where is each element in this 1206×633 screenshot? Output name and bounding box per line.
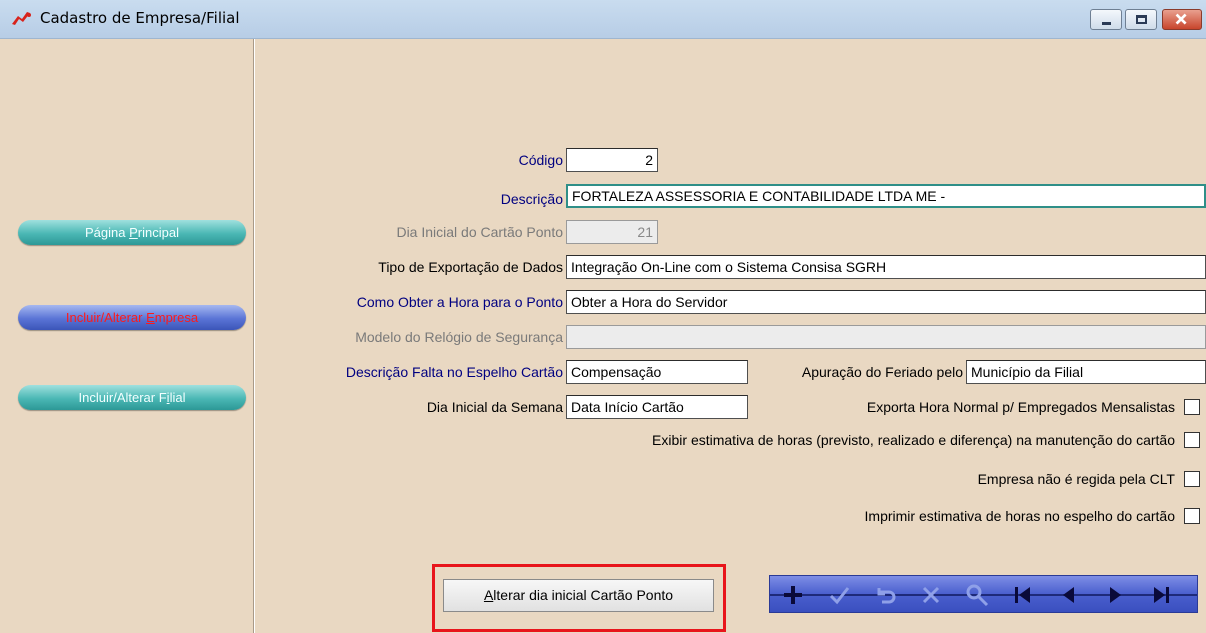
close-button[interactable] [1162, 9, 1202, 30]
window-title: Cadastro de Empresa/Filial [40, 9, 240, 27]
imprimir-estimativa-checkbox[interactable] [1184, 508, 1200, 524]
descricao-falta-field[interactable]: Compensação [566, 360, 748, 384]
dia-inicial-cartao-label: Dia Inicial do Cartão Ponto [396, 224, 563, 240]
exporta-hora-checkbox[interactable] [1184, 399, 1200, 415]
codigo-label: Código [518, 152, 563, 168]
tipo-exportacao-label: Tipo de Exportação de Dados [378, 259, 563, 275]
empresa-clt-label: Empresa não é regida pela CLT [977, 471, 1175, 487]
alterar-dia-inicial-button[interactable]: Alterar dia inicial Cartão Ponto [443, 579, 714, 612]
exporta-hora-label: Exporta Hora Normal p/ Empregados Mensal… [866, 399, 1175, 415]
maximize-icon [1136, 15, 1147, 24]
dia-inicial-semana-field[interactable]: Data Início Cartão [566, 395, 748, 419]
plus-icon[interactable] [778, 580, 808, 610]
descricao-field[interactable]: FORTALEZA ASSESSORIA E CONTABILIDADE LTD… [566, 184, 1206, 208]
app-logo-icon [12, 12, 31, 25]
next-record-icon[interactable] [1100, 580, 1130, 610]
sidebar-divider [253, 39, 255, 633]
first-record-icon[interactable] [1008, 580, 1038, 610]
incluir-alterar-filial-button[interactable]: Incluir/Alterar Filial [18, 385, 246, 410]
title-bar: Cadastro de Empresa/Filial [0, 0, 1206, 39]
pagina-principal-button[interactable]: Página Principal [18, 220, 246, 245]
undo-icon[interactable] [870, 580, 900, 610]
apuracao-feriado-field[interactable]: Município da Filial [966, 360, 1206, 384]
empresa-clt-checkbox[interactable] [1184, 471, 1200, 487]
obter-hora-label: Como Obter a Hora para o Ponto [356, 294, 563, 310]
imprimir-estimativa-label: Imprimir estimativa de horas no espelho … [864, 508, 1175, 524]
descricao-label: Descrição [500, 191, 563, 207]
tipo-exportacao-field[interactable]: Integração On-Line com o Sistema Consisa… [566, 255, 1206, 279]
check-icon[interactable] [824, 580, 854, 610]
modelo-relogio-field [566, 325, 1206, 349]
last-record-icon[interactable] [1146, 580, 1176, 610]
prior-record-icon[interactable] [1054, 580, 1084, 610]
modelo-relogio-label: Modelo do Relógio de Segurança [355, 329, 563, 345]
dia-inicial-cartao-field: 21 [566, 220, 658, 244]
sidebar: Página Principal Incluir/Alterar Empresa… [0, 39, 254, 633]
minimize-icon [1102, 22, 1111, 25]
maximize-button[interactable] [1125, 9, 1157, 30]
exibir-estimativa-label: Exibir estimativa de horas (previsto, re… [652, 432, 1175, 448]
exibir-estimativa-checkbox[interactable] [1184, 432, 1200, 448]
search-icon[interactable] [962, 580, 992, 610]
minimize-button[interactable] [1090, 9, 1122, 30]
apuracao-feriado-label: Apuração do Feriado pelo [801, 364, 963, 380]
incluir-alterar-empresa-button[interactable]: Incluir/Alterar Empresa [18, 305, 246, 330]
delete-icon[interactable] [916, 580, 946, 610]
close-icon [1175, 13, 1187, 25]
dia-inicial-semana-label: Dia Inicial da Semana [426, 399, 563, 415]
record-navigator [769, 575, 1198, 613]
descricao-falta-label: Descrição Falta no Espelho Cartão [345, 364, 563, 380]
codigo-field[interactable]: 2 [566, 148, 658, 172]
obter-hora-field[interactable]: Obter a Hora do Servidor [566, 290, 1206, 314]
